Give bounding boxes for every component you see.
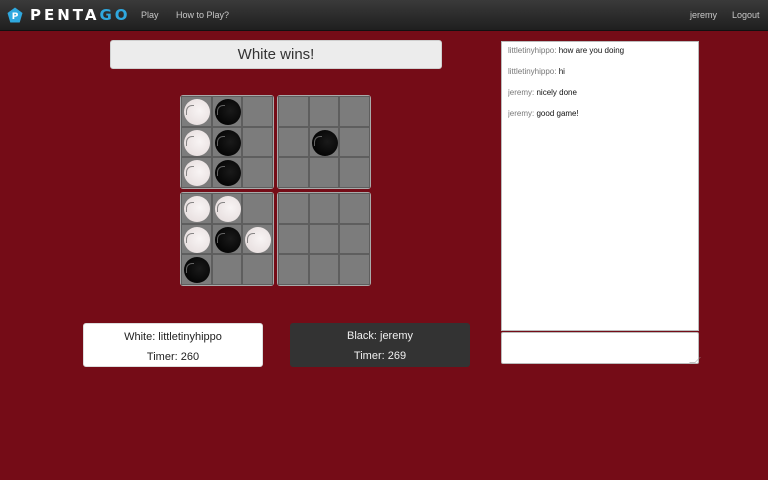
board-quadrant-top-right[interactable]: [277, 95, 371, 189]
board-cell[interactable]: [181, 126, 212, 158]
board-cell[interactable]: [211, 126, 243, 158]
board-cell[interactable]: [181, 157, 212, 188]
board-cell[interactable]: [181, 193, 212, 224]
chat-message: jeremy: good game!: [508, 109, 692, 130]
white-marble: [184, 99, 210, 125]
chat-username: jeremy:: [508, 109, 535, 118]
white-marble: [245, 226, 272, 253]
chat-username: littletinyhippo:: [508, 67, 557, 76]
black-marble: [311, 129, 338, 156]
board-cell[interactable]: [242, 157, 273, 188]
black-marble: [214, 226, 241, 253]
chat-username: littletinyhippo:: [508, 46, 557, 55]
board-cell[interactable]: [242, 126, 273, 158]
nav-play-link[interactable]: Play: [141, 9, 159, 21]
board-cell[interactable]: [278, 157, 309, 188]
board-cell[interactable]: [181, 96, 212, 127]
chat-log[interactable]: littletinyhippo: how are you doing littl…: [501, 41, 699, 331]
pentago-logo-icon[interactable]: P: [7, 7, 23, 23]
chat-message: jeremy: nicely done: [508, 88, 692, 109]
board-cell[interactable]: [242, 223, 273, 255]
board-cell[interactable]: [211, 193, 243, 224]
black-marble: [214, 99, 241, 125]
white-marble: [184, 196, 210, 222]
board-cell[interactable]: [181, 223, 212, 255]
chat-text: how are you doing: [558, 46, 625, 55]
white-marble: [184, 129, 210, 156]
white-marble: [184, 226, 210, 253]
brand-logo[interactable]: PENTAGO: [30, 6, 131, 24]
board-cell[interactable]: [242, 254, 273, 285]
chat-input[interactable]: [501, 332, 699, 364]
board-cell[interactable]: [242, 193, 273, 224]
brand-accent: GO: [99, 6, 131, 24]
board-cell[interactable]: [211, 96, 243, 127]
board-cell[interactable]: [278, 223, 309, 255]
board-cell[interactable]: [308, 193, 340, 224]
board-cell[interactable]: [339, 96, 370, 127]
navbar: P PENTAGO Play How to Play? jeremy Logou…: [0, 0, 768, 31]
board-cell[interactable]: [181, 254, 212, 285]
board-cell[interactable]: [211, 157, 243, 188]
game-board: [180, 95, 372, 287]
black-player-timer: Timer: 269: [353, 350, 407, 362]
white-player-timer: Timer: 260: [146, 351, 200, 363]
nav-user-link[interactable]: jeremy: [690, 9, 717, 21]
board-cell[interactable]: [211, 254, 243, 285]
black-player-name: Black: jeremy: [346, 330, 414, 342]
black-marble: [214, 160, 241, 187]
white-player-name: White: littletinyhippo: [124, 331, 222, 343]
board-cell[interactable]: [308, 96, 340, 127]
chat-message: littletinyhippo: hi: [508, 67, 692, 88]
board-cell[interactable]: [278, 96, 309, 127]
chat-message: littletinyhippo: how are you doing: [508, 46, 692, 67]
brand-main: PENTA: [30, 6, 100, 24]
board-cell[interactable]: [308, 126, 340, 158]
black-marble: [184, 257, 210, 284]
board-cell[interactable]: [242, 96, 273, 127]
logo-letter: P: [12, 12, 19, 22]
chat-text: hi: [558, 67, 565, 76]
board-cell[interactable]: [308, 223, 340, 255]
white-player-panel: White: littletinyhippo Timer: 260: [83, 323, 263, 367]
game-status-banner: White wins!: [110, 40, 442, 69]
board-cell[interactable]: [278, 193, 309, 224]
board-cell[interactable]: [308, 157, 340, 188]
board-quadrant-top-left[interactable]: [180, 95, 274, 189]
board-cell[interactable]: [339, 223, 370, 255]
white-marble: [214, 196, 241, 222]
board-cell[interactable]: [211, 223, 243, 255]
board-cell[interactable]: [308, 254, 340, 285]
board-quadrant-bottom-right[interactable]: [277, 192, 371, 286]
board-cell[interactable]: [339, 193, 370, 224]
nav-logout-link[interactable]: Logout: [732, 9, 760, 21]
black-player-panel: Black: jeremy Timer: 269: [290, 323, 470, 367]
chat-text: nicely done: [536, 88, 577, 97]
board-cell[interactable]: [339, 254, 370, 285]
board-cell[interactable]: [278, 126, 309, 158]
nav-how-to-play-link[interactable]: How to Play?: [176, 9, 229, 21]
board-cell[interactable]: [278, 254, 309, 285]
chat-text: good game!: [536, 109, 579, 118]
board-cell[interactable]: [339, 126, 370, 158]
white-marble: [184, 160, 210, 187]
black-marble: [214, 129, 241, 156]
board-quadrant-bottom-left[interactable]: [180, 192, 274, 286]
chat-username: jeremy:: [508, 88, 535, 97]
board-cell[interactable]: [339, 157, 370, 188]
